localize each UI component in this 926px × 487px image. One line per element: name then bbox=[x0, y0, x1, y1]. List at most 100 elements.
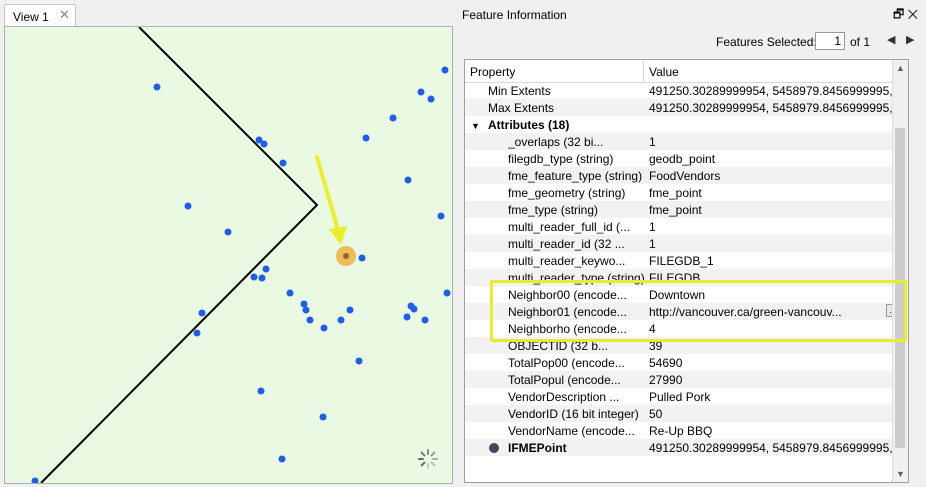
map-point[interactable] bbox=[286, 289, 294, 297]
previous-feature-icon[interactable]: ◀ bbox=[887, 33, 895, 46]
map-point[interactable] bbox=[306, 316, 314, 324]
map-point[interactable] bbox=[362, 134, 370, 142]
table-row-attributes-group[interactable]: ▼ Attributes (18) bbox=[465, 116, 904, 133]
property-cell: Attributes (18) bbox=[488, 118, 570, 132]
map-point[interactable] bbox=[262, 265, 270, 273]
map-point[interactable] bbox=[193, 329, 201, 337]
property-cell: _overlaps (32 bi... bbox=[508, 135, 604, 149]
property-cell: fme_geometry (string) bbox=[508, 186, 626, 200]
value-cell: 491250.30289999954, 5458979.8456999995, … bbox=[649, 84, 903, 98]
close-panel-icon[interactable]: ✕ bbox=[908, 7, 918, 21]
property-cell: fme_feature_type (string) bbox=[508, 169, 643, 183]
value-cell: 50 bbox=[649, 407, 663, 421]
property-cell: fme_type (string) bbox=[508, 203, 599, 217]
boundary-line bbox=[40, 27, 319, 483]
feature-properties-table: Property Value Min Extents 491250.302899… bbox=[464, 59, 909, 483]
property-cell: multi_reader_id (32 ... bbox=[508, 237, 625, 251]
table-row[interactable]: fme_feature_type (string) FoodVendors bbox=[465, 167, 904, 184]
map-point[interactable] bbox=[257, 387, 265, 395]
highlight-annotation-box bbox=[490, 280, 907, 342]
property-cell: VendorDescription ... bbox=[508, 390, 620, 404]
map-point[interactable] bbox=[153, 83, 161, 91]
table-row[interactable]: multi_reader_id (32 ... 1 bbox=[465, 235, 904, 252]
float-window-icon[interactable]: 🗗 bbox=[893, 7, 904, 21]
map-point[interactable] bbox=[346, 306, 354, 314]
value-cell: 1 bbox=[649, 220, 656, 234]
map-point[interactable] bbox=[441, 66, 449, 74]
map-point[interactable] bbox=[198, 309, 206, 317]
map-point[interactable] bbox=[300, 300, 308, 308]
map-point[interactable] bbox=[184, 202, 192, 210]
map-point[interactable] bbox=[417, 88, 425, 96]
selected-feature-point[interactable] bbox=[343, 253, 349, 259]
map-point[interactable] bbox=[355, 357, 363, 365]
value-cell: 1 bbox=[649, 135, 656, 149]
table-row[interactable]: Min Extents 491250.30289999954, 5458979.… bbox=[465, 82, 904, 99]
scroll-up-icon[interactable]: ▲ bbox=[896, 63, 905, 73]
table-row[interactable]: VendorDescription ... Pulled Pork bbox=[465, 388, 904, 405]
map-point[interactable] bbox=[404, 176, 412, 184]
value-cell: FILEGDB_1 bbox=[649, 254, 714, 268]
property-cell: Min Extents bbox=[488, 84, 551, 98]
table-row[interactable]: TotalPopul (encode... 27990 bbox=[465, 371, 904, 388]
table-row[interactable]: Max Extents 491250.30289999954, 5458979.… bbox=[465, 99, 904, 116]
tab-view-1[interactable]: View 1 ✕ bbox=[4, 4, 76, 26]
expand-chevron-icon[interactable]: ▼ bbox=[471, 118, 480, 132]
map-point[interactable] bbox=[389, 114, 397, 122]
value-cell: Pulled Pork bbox=[649, 390, 711, 404]
table-row[interactable]: VendorName (encode... Re-Up BBQ bbox=[465, 422, 904, 439]
table-row-geometry[interactable]: IFMEPoint 491250.30289999954, 5458979.84… bbox=[465, 439, 904, 456]
table-row[interactable]: fme_type (string) fme_point bbox=[465, 201, 904, 218]
value-cell: 54690 bbox=[649, 356, 683, 370]
column-header-property[interactable]: Property bbox=[470, 65, 515, 79]
table-row[interactable]: filegdb_type (string) geodb_point bbox=[465, 150, 904, 167]
map-point[interactable] bbox=[437, 212, 445, 220]
tab-label: View 1 bbox=[13, 10, 49, 24]
features-selected-label: Features Selected: bbox=[716, 35, 817, 49]
map-point[interactable] bbox=[358, 254, 366, 262]
scroll-down-icon[interactable]: ▼ bbox=[896, 469, 905, 479]
map-point[interactable] bbox=[403, 313, 411, 321]
value-cell: geodb_point bbox=[649, 152, 716, 166]
value-cell: 491250.30289999954, 5458979.8456999995, … bbox=[649, 101, 903, 115]
table-row[interactable]: fme_geometry (string) fme_point bbox=[465, 184, 904, 201]
map-point[interactable] bbox=[302, 306, 310, 314]
map-svg[interactable] bbox=[5, 27, 452, 483]
table-row[interactable]: multi_reader_keywo... FILEGDB_1 bbox=[465, 252, 904, 269]
map-point[interactable] bbox=[319, 413, 327, 421]
value-cell: fme_point bbox=[649, 203, 702, 217]
map-point[interactable] bbox=[337, 316, 345, 324]
map-point[interactable] bbox=[421, 316, 429, 324]
arrow-annotation bbox=[315, 155, 347, 245]
map-canvas[interactable] bbox=[4, 26, 453, 484]
column-divider[interactable] bbox=[643, 60, 644, 82]
column-header-value[interactable]: Value bbox=[649, 65, 679, 79]
vertical-scrollbar[interactable]: ▲ ▼ bbox=[892, 60, 908, 482]
property-cell: VendorID (16 bit integer) bbox=[508, 407, 639, 421]
value-cell: 1 bbox=[649, 237, 656, 251]
map-point[interactable] bbox=[427, 95, 435, 103]
close-icon[interactable]: ✕ bbox=[59, 7, 70, 23]
map-point[interactable] bbox=[320, 324, 328, 332]
map-point[interactable] bbox=[260, 140, 268, 148]
table-row[interactable]: multi_reader_full_id (... 1 bbox=[465, 218, 904, 235]
map-point[interactable] bbox=[224, 228, 232, 236]
next-feature-icon[interactable]: ▶ bbox=[906, 33, 914, 46]
map-point[interactable] bbox=[250, 273, 258, 281]
table-row[interactable]: _overlaps (32 bi... 1 bbox=[465, 133, 904, 150]
property-cell: multi_reader_keywo... bbox=[508, 254, 626, 268]
feature-count-label: of 1 bbox=[850, 35, 871, 49]
table-row[interactable]: TotalPop00 (encode... 54690 bbox=[465, 354, 904, 371]
feature-index-input[interactable] bbox=[815, 32, 845, 50]
map-point[interactable] bbox=[258, 274, 266, 282]
map-point[interactable] bbox=[443, 289, 451, 297]
map-point[interactable] bbox=[410, 305, 418, 313]
property-cell: TotalPop00 (encode... bbox=[508, 356, 625, 370]
table-row[interactable]: VendorID (16 bit integer) 50 bbox=[465, 405, 904, 422]
panel-title: Feature Information bbox=[462, 8, 567, 22]
map-point[interactable] bbox=[278, 455, 286, 463]
property-cell: VendorName (encode... bbox=[508, 424, 635, 438]
property-cell: filegdb_type (string) bbox=[508, 152, 614, 166]
map-point[interactable] bbox=[31, 477, 39, 484]
map-point[interactable] bbox=[279, 159, 287, 167]
